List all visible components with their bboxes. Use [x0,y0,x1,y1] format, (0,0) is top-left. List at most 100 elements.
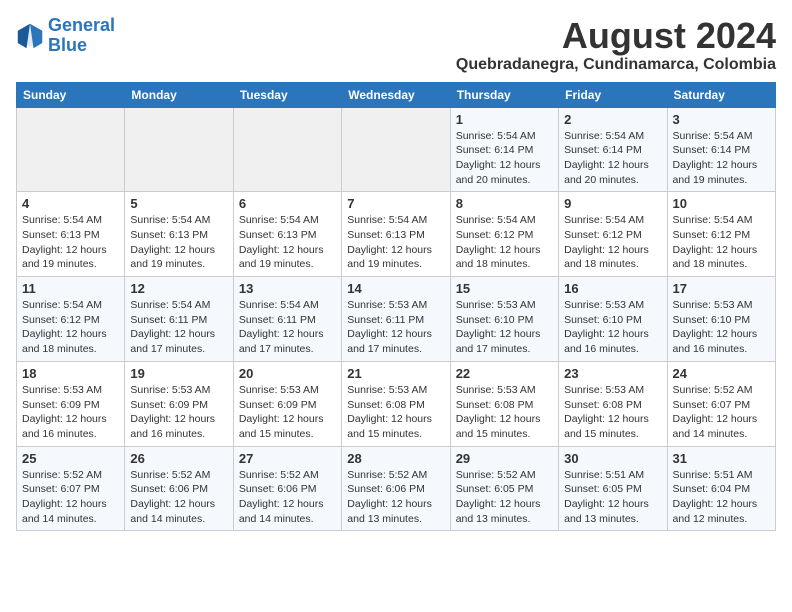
calendar-header: SundayMondayTuesdayWednesdayThursdayFrid… [17,82,776,107]
calendar-cell: 3 Sunrise: 5:54 AM Sunset: 6:14 PM Daylig… [667,107,775,192]
weekday-header-friday: Friday [559,82,667,107]
weekday-header-tuesday: Tuesday [233,82,341,107]
day-number: 12 [130,281,227,296]
calendar-cell: 10 Sunrise: 5:54 AM Sunset: 6:12 PM Dayli… [667,192,775,277]
weekday-row: SundayMondayTuesdayWednesdayThursdayFrid… [17,82,776,107]
day-number: 27 [239,451,336,466]
page-title: August 2024 [456,16,776,56]
day-info: Sunrise: 5:52 AM Sunset: 6:06 PM Dayligh… [347,468,444,527]
day-number: 14 [347,281,444,296]
day-number: 20 [239,366,336,381]
day-info: Sunrise: 5:52 AM Sunset: 6:07 PM Dayligh… [673,383,770,442]
calendar-cell: 2Sunrise: 5:54 AM Sunset: 6:14 PM Daylig… [559,107,667,192]
day-info: Sunrise: 5:53 AM Sunset: 6:09 PM Dayligh… [22,383,119,442]
day-info: Sunrise: 5:53 AM Sunset: 6:09 PM Dayligh… [130,383,227,442]
day-info: Sunrise: 5:53 AM Sunset: 6:11 PM Dayligh… [347,298,444,357]
day-number: 21 [347,366,444,381]
day-number: 17 [673,281,770,296]
day-info: Sunrise: 5:54 AM Sunset: 6:13 PM Dayligh… [22,213,119,272]
day-number: 24 [673,366,770,381]
day-number: 7 [347,196,444,211]
calendar-cell: 13Sunrise: 5:54 AM Sunset: 6:11 PM Dayli… [233,277,341,362]
calendar-cell: 11 Sunrise: 5:54 AM Sunset: 6:12 PM Dayli… [17,277,125,362]
calendar-cell: 18 Sunrise: 5:53 AM Sunset: 6:09 PM Dayli… [17,361,125,446]
calendar-week-2: 4Sunrise: 5:54 AM Sunset: 6:13 PM Daylig… [17,192,776,277]
calendar-cell: 22 Sunrise: 5:53 AM Sunset: 6:08 PM Dayli… [450,361,558,446]
day-info: Sunrise: 5:54 AM Sunset: 6:13 PM Dayligh… [239,213,336,272]
calendar-cell: 28 Sunrise: 5:52 AM Sunset: 6:06 PM Dayli… [342,446,450,531]
calendar-cell: 9 Sunrise: 5:54 AM Sunset: 6:12 PM Daylig… [559,192,667,277]
weekday-header-thursday: Thursday [450,82,558,107]
calendar-cell: 26 Sunrise: 5:52 AM Sunset: 6:06 PM Dayli… [125,446,233,531]
weekday-header-saturday: Saturday [667,82,775,107]
day-number: 19 [130,366,227,381]
day-info: Sunrise: 5:54 AM Sunset: 6:12 PM Dayligh… [673,213,770,272]
day-info: Sunrise: 5:52 AM Sunset: 6:06 PM Dayligh… [130,468,227,527]
day-info: Sunrise: 5:53 AM Sunset: 6:09 PM Dayligh… [239,383,336,442]
day-info: Sunrise: 5:53 AM Sunset: 6:08 PM Dayligh… [456,383,553,442]
day-number: 9 [564,196,661,211]
calendar-table: SundayMondayTuesdayWednesdayThursdayFrid… [16,82,776,532]
calendar-cell: 8 Sunrise: 5:54 AM Sunset: 6:12 PM Daylig… [450,192,558,277]
calendar-body: 1Sunrise: 5:54 AM Sunset: 6:14 PM Daylig… [17,107,776,531]
calendar-cell: 1Sunrise: 5:54 AM Sunset: 6:14 PM Daylig… [450,107,558,192]
day-info: Sunrise: 5:54 AM Sunset: 6:12 PM Dayligh… [456,213,553,272]
day-number: 11 [22,281,119,296]
day-info: Sunrise: 5:54 AM Sunset: 6:14 PM Dayligh… [456,129,553,188]
calendar-cell [17,107,125,192]
calendar-cell: 25 Sunrise: 5:52 AM Sunset: 6:07 PM Dayli… [17,446,125,531]
day-info: Sunrise: 5:52 AM Sunset: 6:05 PM Dayligh… [456,468,553,527]
day-info: Sunrise: 5:53 AM Sunset: 6:10 PM Dayligh… [673,298,770,357]
day-info: Sunrise: 5:54 AM Sunset: 6:12 PM Dayligh… [22,298,119,357]
page-header: General Blue August 2024 Quebradanegra, … [16,16,776,74]
calendar-cell [125,107,233,192]
calendar-cell: 19 Sunrise: 5:53 AM Sunset: 6:09 PM Dayli… [125,361,233,446]
day-info: Sunrise: 5:52 AM Sunset: 6:06 PM Dayligh… [239,468,336,527]
calendar-cell [233,107,341,192]
calendar-cell: 4Sunrise: 5:54 AM Sunset: 6:13 PM Daylig… [17,192,125,277]
calendar-cell: 20 Sunrise: 5:53 AM Sunset: 6:09 PM Dayli… [233,361,341,446]
day-number: 15 [456,281,553,296]
day-number: 10 [673,196,770,211]
weekday-header-sunday: Sunday [17,82,125,107]
logo-text: General Blue [48,16,115,56]
logo-icon [16,22,44,50]
calendar-cell: 14 Sunrise: 5:53 AM Sunset: 6:11 PM Dayli… [342,277,450,362]
calendar-cell: 23Sunrise: 5:53 AM Sunset: 6:08 PM Dayli… [559,361,667,446]
day-info: Sunrise: 5:53 AM Sunset: 6:10 PM Dayligh… [456,298,553,357]
calendar-cell: 29Sunrise: 5:52 AM Sunset: 6:05 PM Dayli… [450,446,558,531]
day-number: 25 [22,451,119,466]
calendar-cell [342,107,450,192]
day-info: Sunrise: 5:51 AM Sunset: 6:05 PM Dayligh… [564,468,661,527]
day-info: Sunrise: 5:54 AM Sunset: 6:12 PM Dayligh… [564,213,661,272]
day-info: Sunrise: 5:51 AM Sunset: 6:04 PM Dayligh… [673,468,770,527]
day-number: 22 [456,366,553,381]
calendar-week-3: 11 Sunrise: 5:54 AM Sunset: 6:12 PM Dayli… [17,277,776,362]
day-number: 28 [347,451,444,466]
calendar-cell: 17 Sunrise: 5:53 AM Sunset: 6:10 PM Dayli… [667,277,775,362]
weekday-header-wednesday: Wednesday [342,82,450,107]
day-number: 31 [673,451,770,466]
calendar-cell: 24 Sunrise: 5:52 AM Sunset: 6:07 PM Dayli… [667,361,775,446]
day-number: 26 [130,451,227,466]
day-number: 6 [239,196,336,211]
calendar-cell: 15 Sunrise: 5:53 AM Sunset: 6:10 PM Dayli… [450,277,558,362]
calendar-cell: 5Sunrise: 5:54 AM Sunset: 6:13 PM Daylig… [125,192,233,277]
calendar-cell: 31 Sunrise: 5:51 AM Sunset: 6:04 PM Dayli… [667,446,775,531]
calendar-cell: 12Sunrise: 5:54 AM Sunset: 6:11 PM Dayli… [125,277,233,362]
day-number: 30 [564,451,661,466]
calendar-cell: 30 Sunrise: 5:51 AM Sunset: 6:05 PM Dayli… [559,446,667,531]
day-number: 18 [22,366,119,381]
day-number: 23 [564,366,661,381]
calendar-week-5: 25 Sunrise: 5:52 AM Sunset: 6:07 PM Dayli… [17,446,776,531]
day-info: Sunrise: 5:52 AM Sunset: 6:07 PM Dayligh… [22,468,119,527]
page-subtitle: Quebradanegra, Cundinamarca, Colombia [456,56,776,74]
weekday-header-monday: Monday [125,82,233,107]
day-number: 3 [673,112,770,127]
calendar-week-4: 18 Sunrise: 5:53 AM Sunset: 6:09 PM Dayli… [17,361,776,446]
day-info: Sunrise: 5:54 AM Sunset: 6:14 PM Dayligh… [564,129,661,188]
day-info: Sunrise: 5:54 AM Sunset: 6:14 PM Dayligh… [673,129,770,188]
day-number: 8 [456,196,553,211]
day-number: 16 [564,281,661,296]
day-number: 13 [239,281,336,296]
